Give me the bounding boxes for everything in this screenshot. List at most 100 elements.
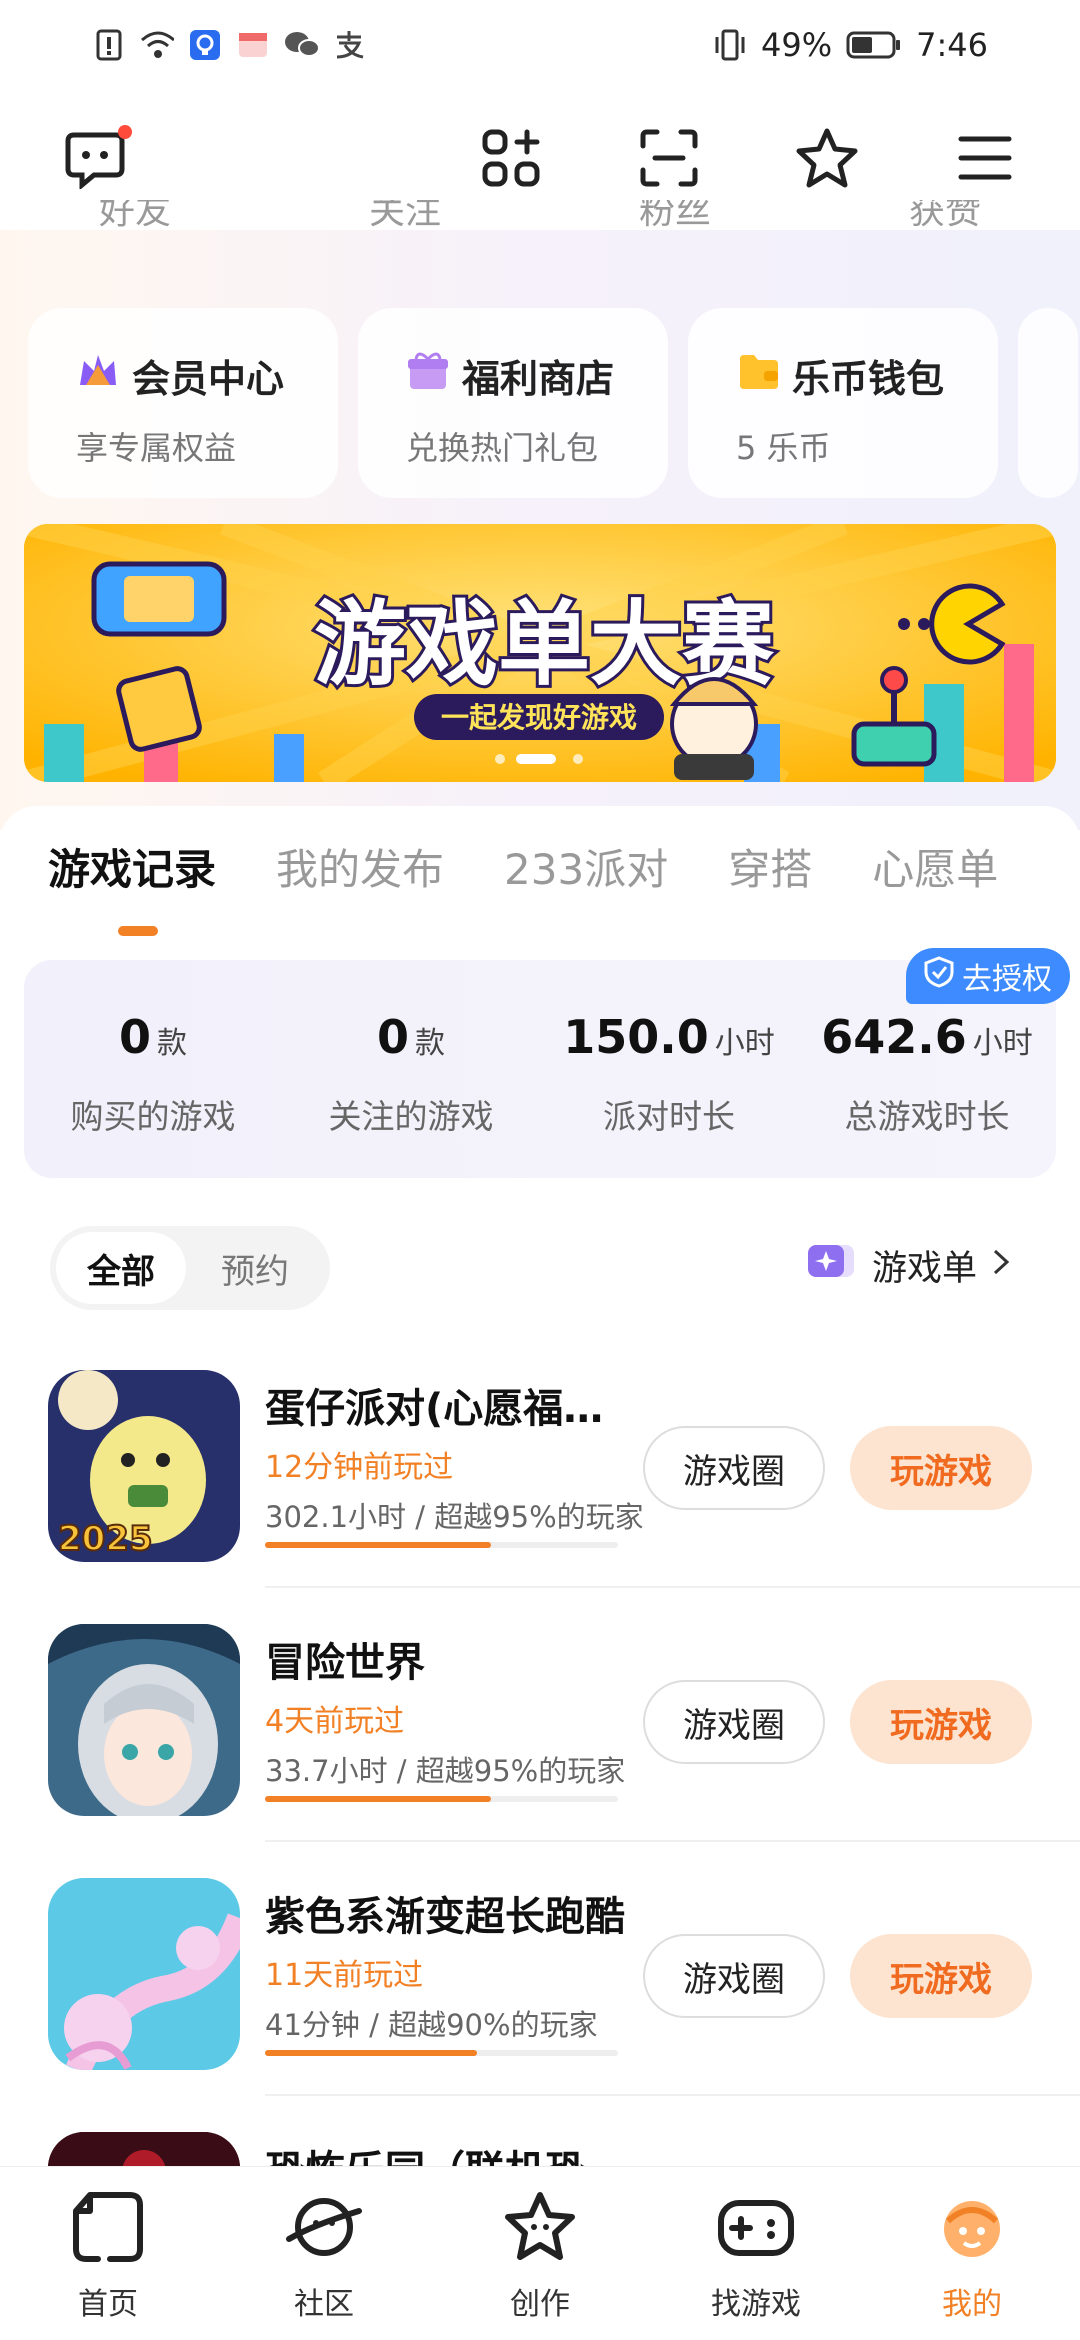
scan-icon — [639, 128, 699, 192]
play-game-button[interactable]: 玩游戏 — [850, 1426, 1032, 1510]
battery-percent: 49% — [761, 26, 833, 64]
hamburger-menu-icon — [957, 133, 1013, 187]
play-progress-bar — [265, 1796, 618, 1802]
nav-label: 找游戏 — [711, 2287, 801, 2322]
stat-unit: 小时 — [972, 1026, 1033, 1061]
stats-panel: 0 款购买的游戏 0 款关注的游戏 150.0 小时 派对时长 642.6 小时 总游戏时长 — [24, 960, 1056, 1178]
nav-label: 我的 — [942, 2287, 1002, 2322]
promo-banner[interactable]: 游戏单大赛 一起发现好游戏 — [24, 524, 1056, 782]
social-counts-row: 好友 关注 粉丝 获赞 — [0, 200, 1080, 260]
stat-value: 642.6 — [821, 1010, 967, 1064]
more-card-peek[interactable] — [1018, 308, 1078, 498]
mascot-girl — [669, 677, 759, 780]
horror-park-icon — [48, 2132, 240, 2166]
eggy-party-icon: 2025 — [48, 1370, 240, 1562]
sparkle-card-icon — [806, 1241, 858, 1290]
nav-find-games[interactable]: 找游戏 — [648, 2167, 864, 2340]
handheld-console-icon — [91, 561, 227, 637]
clock: 7:46 — [916, 26, 988, 64]
notification-dot — [118, 125, 132, 139]
wallet-icon — [736, 351, 780, 400]
gift-icon — [406, 351, 450, 400]
gamelist-link[interactable]: 游戏单 — [806, 1240, 1011, 1291]
game-name: 冒险世界 — [265, 1640, 425, 1686]
nav-home[interactable]: 首页 — [0, 2167, 216, 2340]
stat-label: 派对时长 — [603, 1097, 735, 1136]
alipay-icon — [332, 28, 366, 62]
battery-icon — [846, 28, 902, 62]
nav-create[interactable]: 创作 — [432, 2167, 648, 2340]
favorites-button[interactable] — [792, 125, 862, 195]
menu-button[interactable] — [950, 125, 1020, 195]
vibrate-icon — [713, 28, 747, 62]
card-title: 会员中心 — [132, 357, 285, 401]
play-progress-fill — [265, 1542, 491, 1548]
stat-label: 购买的游戏 — [70, 1097, 236, 1136]
wechat-icon — [284, 28, 318, 62]
play-progress-fill — [265, 1796, 491, 1802]
play-progress-bar — [265, 1542, 618, 1548]
feature-cards: 会员中心 享专属权益 福利商店 兑换热门礼包 乐币钱包 5 乐币 — [28, 308, 1078, 498]
stat-unit: 款 — [415, 1026, 445, 1061]
apps-button[interactable] — [476, 125, 546, 195]
filter-segmented-control: 全部 预约 — [50, 1226, 330, 1310]
adventure-world-icon — [48, 1624, 240, 1816]
tab-outfits[interactable]: 穿搭 — [728, 836, 812, 897]
game-name: 紫色系渐变超长跑酷 — [265, 1894, 625, 1940]
last-played: 12分钟前玩过 — [265, 1450, 454, 1485]
last-played: 11天前玩过 — [265, 1958, 424, 1993]
message-bubble-icon — [64, 127, 126, 193]
tab-wishlist[interactable]: 心愿单 — [872, 836, 998, 897]
fans-label[interactable]: 粉丝 — [639, 200, 711, 242]
likes-label: 获赞 — [908, 200, 981, 232]
star-icon — [795, 127, 859, 193]
bottom-navigation: 首页 社区 创作 找游戏 我的 — [0, 2166, 1080, 2340]
vip-center-card[interactable]: 会员中心 享专属权益 — [28, 308, 338, 498]
banner-subtitle: 一起发现好游戏 — [441, 701, 637, 734]
crown-icon — [76, 351, 120, 400]
gamepad-icon — [715, 2189, 797, 2273]
filter-all[interactable]: 全部 — [56, 1232, 186, 1304]
scan-button[interactable] — [634, 125, 704, 195]
nav-profile[interactable]: 我的 — [864, 2167, 1080, 2340]
authorize-label: 去授权 — [962, 962, 1052, 997]
stat-followed[interactable]: 0 款关注的游戏 — [282, 960, 540, 1178]
game-circle-button[interactable]: 游戏圈 — [643, 1426, 825, 1510]
stat-purchased[interactable]: 0 款购买的游戏 — [24, 960, 282, 1178]
stat-value: 0 — [118, 1010, 151, 1064]
tab-my-posts[interactable]: 我的发布 — [276, 836, 444, 897]
filter-reserve[interactable]: 预约 — [186, 1244, 324, 1293]
nav-label: 社区 — [294, 2287, 354, 2322]
stat-value: 0 — [376, 1010, 409, 1064]
message-button[interactable] — [60, 125, 132, 195]
game-circle-button[interactable]: 游戏圈 — [643, 1934, 825, 2018]
friends-label[interactable]: 好友 — [99, 200, 171, 242]
dice-icon — [116, 666, 202, 752]
play-game-button[interactable]: 玩游戏 — [850, 1934, 1032, 2018]
authorize-badge[interactable]: 去授权 — [906, 948, 1070, 1004]
play-game-button[interactable]: 玩游戏 — [850, 1680, 1032, 1764]
card-title: 乐币钱包 — [792, 357, 945, 401]
nav-community[interactable]: 社区 — [216, 2167, 432, 2340]
sim-alert-icon — [92, 28, 126, 62]
game-row[interactable]: 恐怖乐园（联机恐 — [0, 2132, 1080, 2166]
card-subtitle: 享专属权益 — [76, 429, 237, 467]
tab-game-records[interactable]: 游戏记录 — [48, 836, 216, 897]
game-circle-button[interactable]: 游戏圈 — [643, 1680, 825, 1764]
gamelist-label: 游戏单 — [872, 1249, 978, 1289]
community-icon — [283, 2189, 365, 2273]
row-divider — [265, 1586, 1080, 1588]
play-stats: 302.1小时 / 超越95%的玩家 — [265, 1500, 644, 1534]
home-icon — [70, 2189, 146, 2273]
stat-unit: 款 — [157, 1026, 187, 1061]
parkour-icon — [48, 1878, 240, 2070]
tab-233-party[interactable]: 233派对 — [504, 836, 668, 897]
stat-party-time[interactable]: 150.0 小时 派对时长 — [540, 960, 798, 1178]
following-label[interactable]: 关注 — [369, 200, 441, 242]
active-tab-indicator — [118, 926, 158, 936]
coin-wallet-card[interactable]: 乐币钱包 5 乐币 — [688, 308, 998, 498]
welfare-shop-card[interactable]: 福利商店 兑换热门礼包 — [358, 308, 668, 498]
game-name: 恐怖乐园（联机恐 — [265, 2138, 585, 2166]
status-bar: 49% 7:46 — [0, 0, 1080, 90]
play-progress-fill — [265, 2050, 477, 2056]
